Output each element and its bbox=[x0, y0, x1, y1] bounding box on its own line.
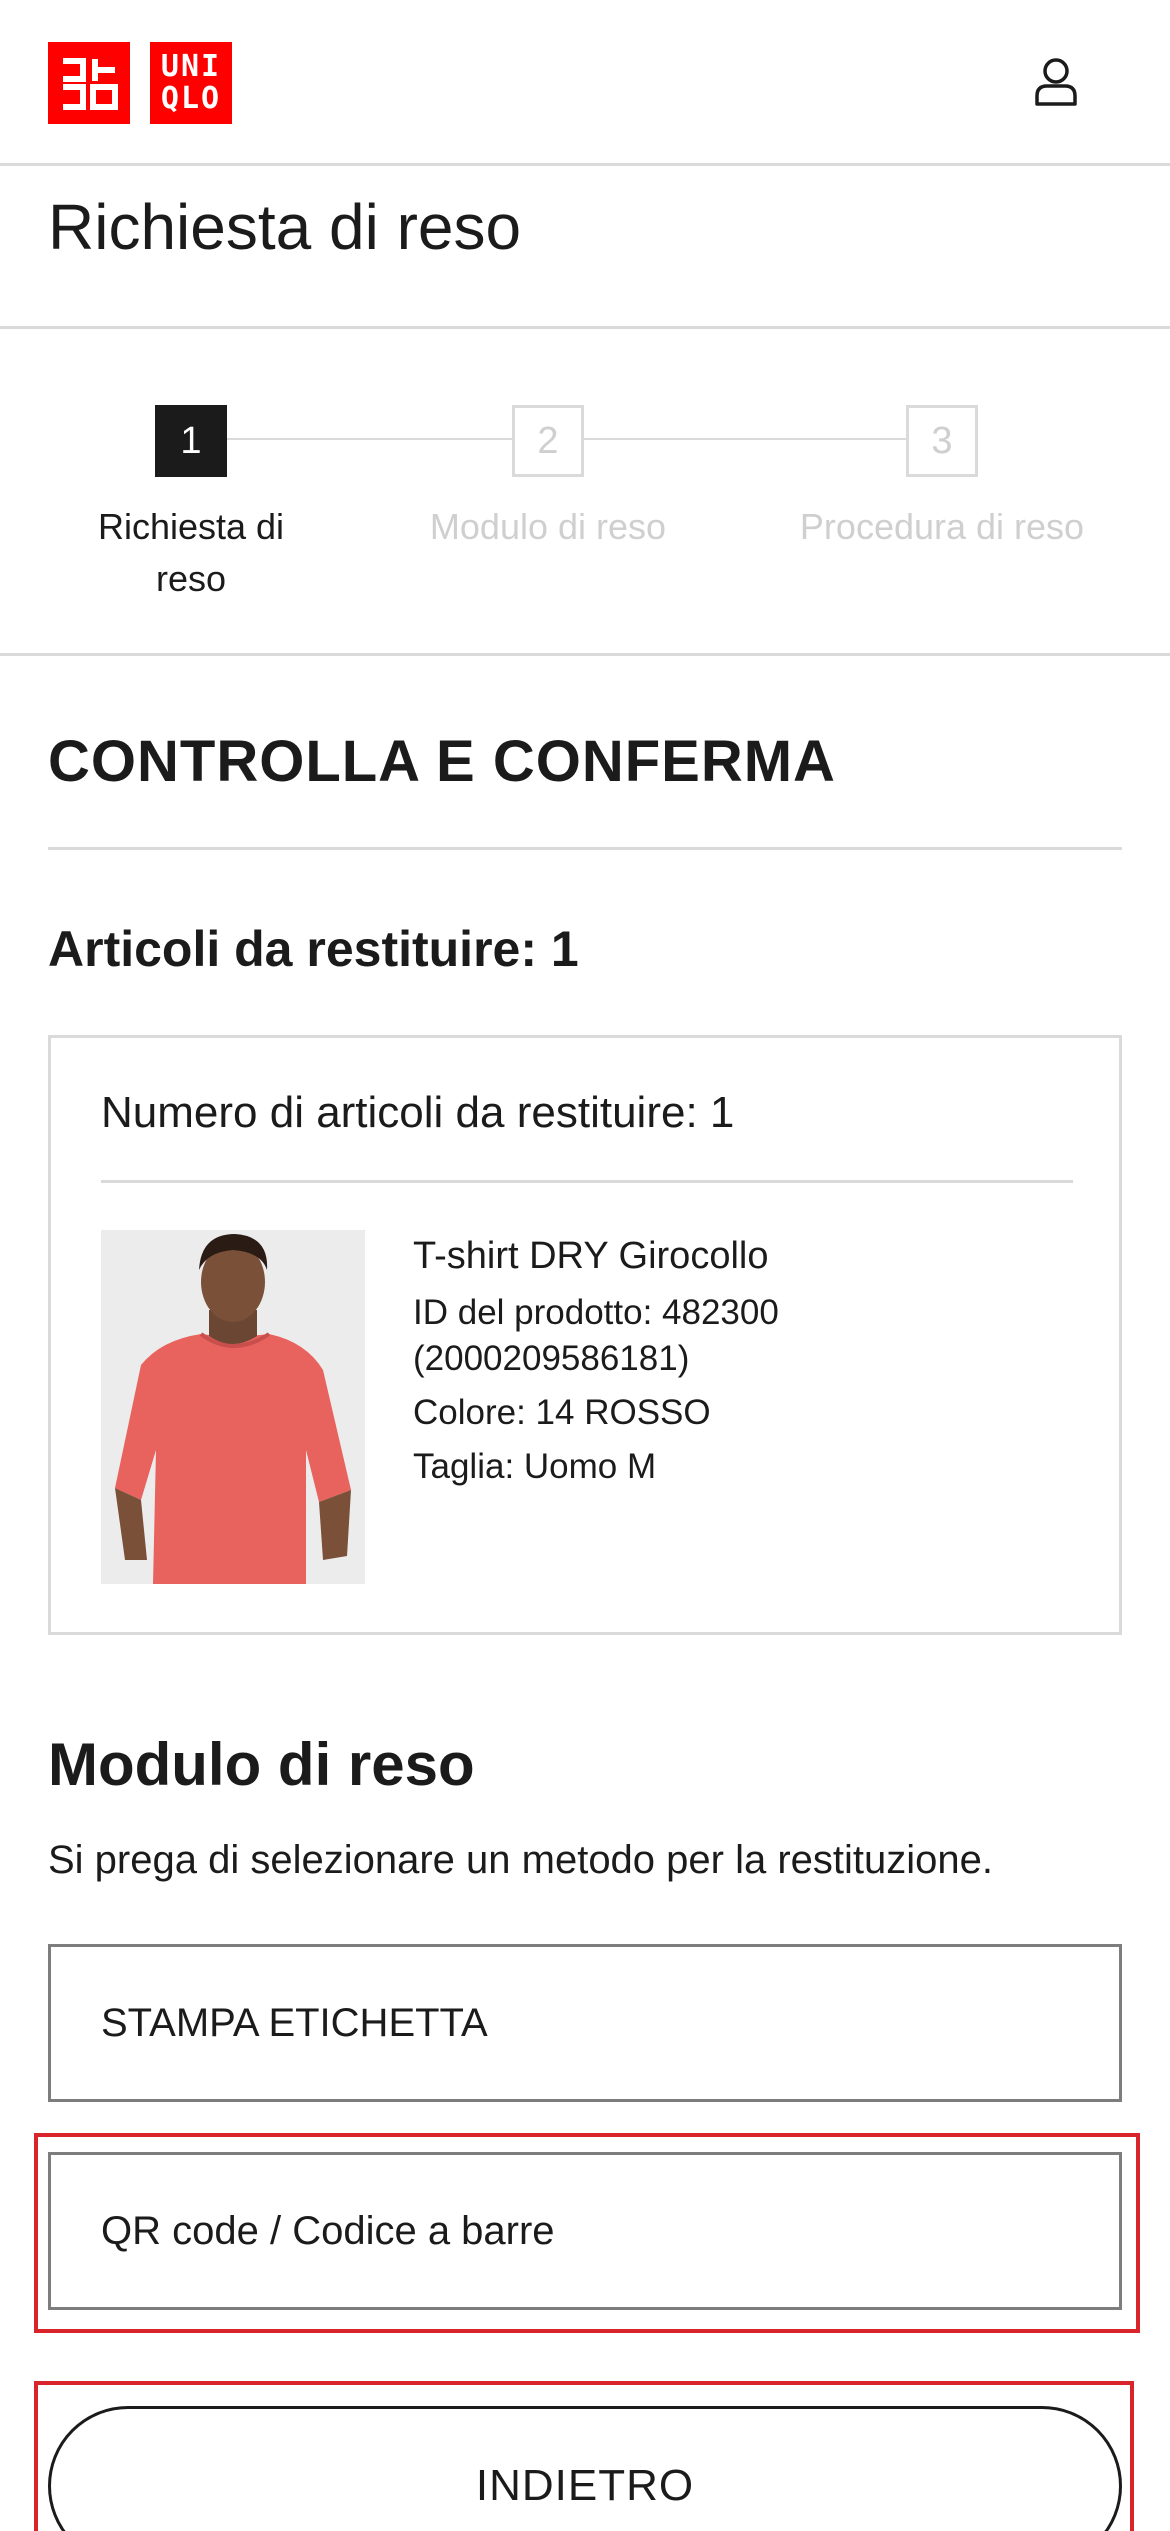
katakana-logo-mark bbox=[63, 58, 118, 110]
return-form-title: Modulo di reso bbox=[48, 1731, 475, 1798]
user-icon[interactable] bbox=[1030, 56, 1082, 108]
step-1-number: 1 bbox=[155, 405, 227, 477]
logo-line-1: UNI bbox=[160, 49, 222, 84]
section-title: CONTROLLA E CONFERMA bbox=[48, 729, 836, 794]
step-2-number: 2 bbox=[512, 405, 584, 477]
product-name: T-shirt DRY Girocollo bbox=[413, 1235, 769, 1277]
qr-code-option-text: QR code / Codice a barre bbox=[101, 2208, 555, 2253]
site-header: UNI QLO bbox=[0, 0, 1170, 166]
card-divider bbox=[101, 1180, 1073, 1183]
back-button[interactable]: INDIETRO bbox=[48, 2406, 1122, 2531]
step-connector-1 bbox=[226, 438, 513, 440]
qr-code-option-button[interactable]: QR code / Codice a barre bbox=[48, 2152, 1122, 2310]
step-1-label: Richiesta di reso bbox=[97, 506, 285, 599]
return-stepper: 1 2 3 Richiesta di reso Modulo di reso P… bbox=[0, 405, 1170, 655]
return-items-card: Numero di articoli da restituire: 1 T-sh… bbox=[48, 1035, 1122, 1635]
product-details: T-shirt DRY Girocollo ID del prodotto: 4… bbox=[413, 1228, 1053, 1498]
items-heading: Articoli da restituire: 1 bbox=[48, 921, 579, 977]
uniqlo-logo[interactable]: UNI QLO bbox=[48, 42, 232, 124]
section-divider bbox=[48, 847, 1122, 850]
account-glyph bbox=[1035, 58, 1077, 106]
title-divider bbox=[0, 326, 1170, 329]
product-id: ID del prodotto: 482300 bbox=[413, 1293, 779, 1332]
logo-uniqlo-box: UNI QLO bbox=[150, 42, 232, 124]
return-form-description: Si prega di selezionare un metodo per la… bbox=[48, 1838, 993, 1882]
step-3-number: 3 bbox=[906, 405, 978, 477]
print-label-option-text: STAMPA ETICHETTA bbox=[101, 2000, 488, 2045]
back-button-text: INDIETRO bbox=[475, 2461, 695, 2510]
logo-line-2: QLO bbox=[160, 81, 222, 116]
logo-katakana-box bbox=[48, 42, 130, 124]
print-label-option-button[interactable]: STAMPA ETICHETTA bbox=[48, 1944, 1122, 2102]
product-color: Colore: 14 ROSSO bbox=[413, 1393, 711, 1432]
step-2-label: Modulo di reso bbox=[429, 506, 667, 547]
step-3-label: Procedura di reso bbox=[799, 506, 1085, 547]
page-title: Richiesta di reso bbox=[48, 191, 522, 263]
step-connector-2 bbox=[584, 438, 906, 440]
product-barcode: (2000209586181) bbox=[413, 1339, 690, 1378]
stepper-divider bbox=[0, 653, 1170, 656]
card-heading: Numero di articoli da restituire: 1 bbox=[101, 1088, 735, 1137]
product-image bbox=[101, 1230, 365, 1584]
product-photo bbox=[101, 1230, 365, 1584]
product-size: Taglia: Uomo M bbox=[413, 1447, 657, 1486]
